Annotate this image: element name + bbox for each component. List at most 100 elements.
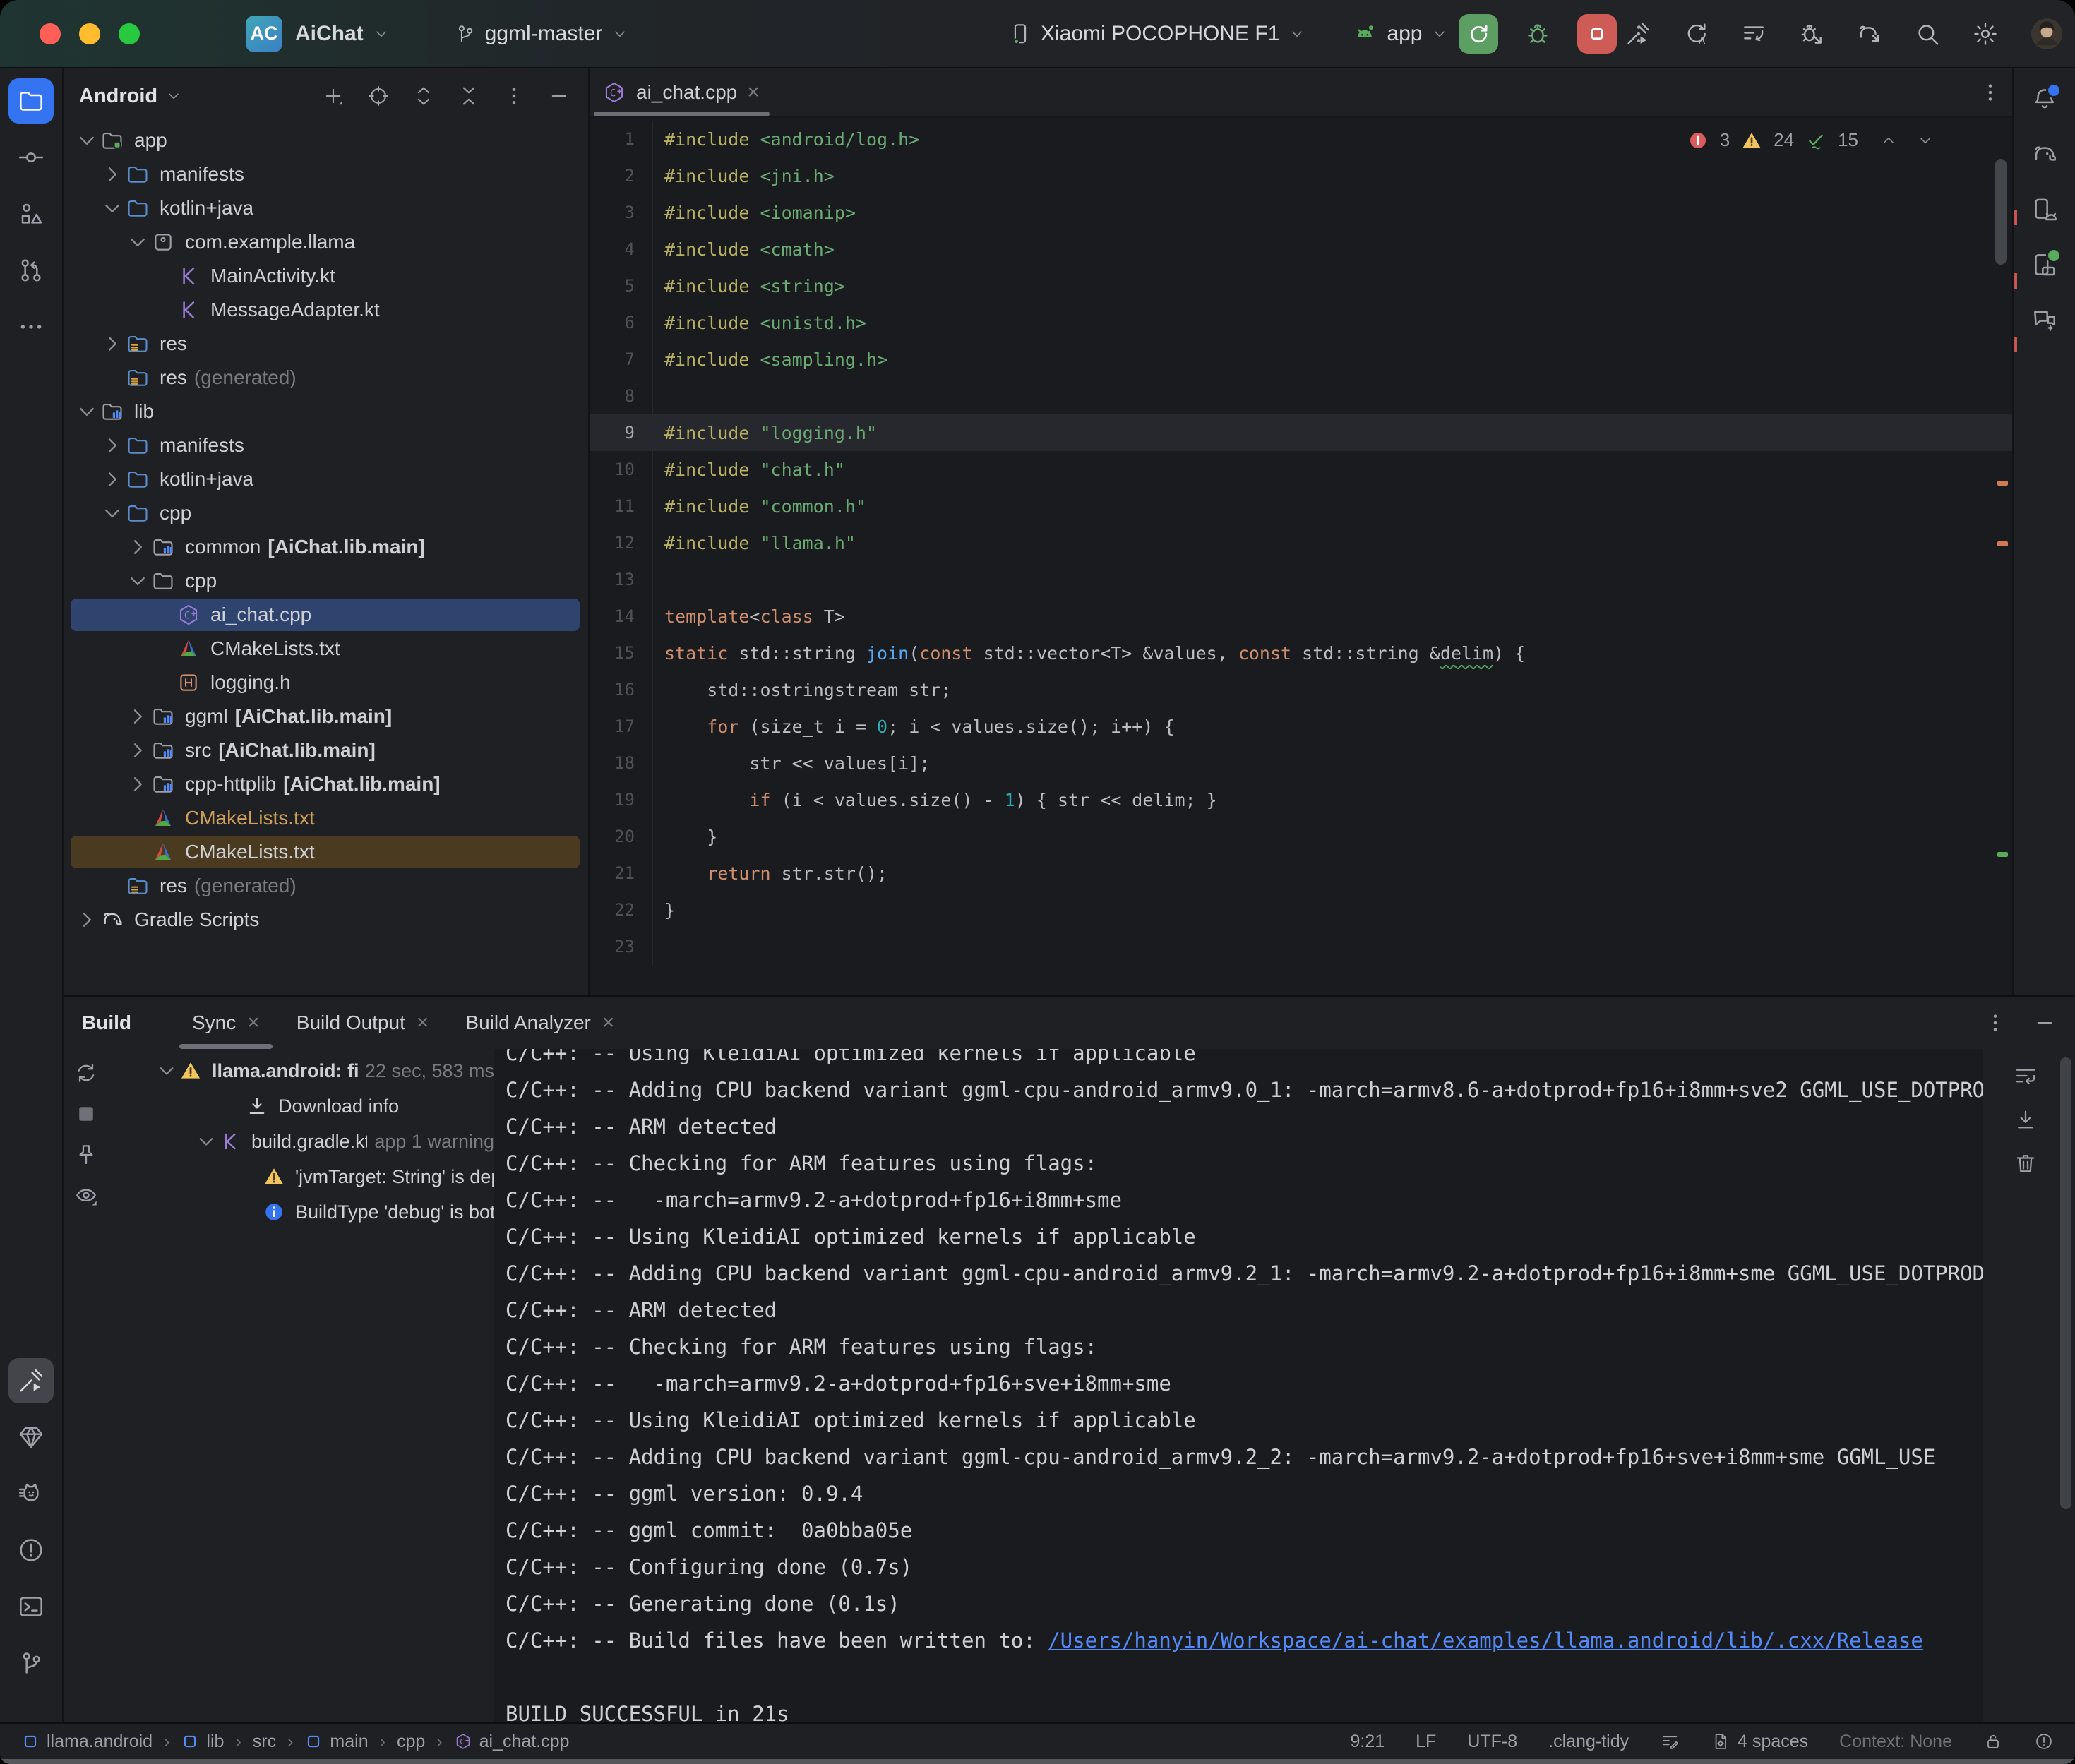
line-number[interactable]: 1 [590, 129, 652, 149]
chevron-down-icon[interactable] [124, 568, 151, 594]
tool-gradle[interactable] [2022, 132, 2067, 177]
line-number[interactable]: 15 [590, 643, 652, 663]
context[interactable]: Context: None [1839, 1732, 1952, 1752]
close-tab-icon[interactable]: × [417, 1011, 429, 1035]
tool-more[interactable] [8, 304, 54, 349]
next-issue-icon[interactable] [1916, 131, 1935, 150]
tree-item-gradle-scripts[interactable]: Gradle Scripts [64, 903, 588, 937]
tree-item-cmakelists-txt[interactable]: CMakeLists.txt [64, 835, 588, 869]
tool-build[interactable] [8, 1358, 54, 1403]
build-tree-item[interactable]: 'jvmTarget: String' is deprec [109, 1159, 494, 1194]
project-selector[interactable]: AiChat [295, 22, 390, 46]
chevron-right-icon[interactable] [124, 771, 151, 798]
line-number[interactable]: 5 [590, 276, 652, 296]
breadcrumb-llama-android[interactable]: llama.android [21, 1732, 153, 1752]
device-selector[interactable]: Xiaomi POCOPHONE F1 [1008, 22, 1306, 46]
line-number[interactable]: 8 [590, 386, 652, 406]
tool-running-devices[interactable] [2022, 242, 2067, 287]
tree-item-cmakelists-txt[interactable]: CMakeLists.txt [64, 801, 588, 835]
tree-item-src[interactable]: src[AiChat.lib.main] [64, 733, 588, 767]
line-number[interactable]: 21 [590, 863, 652, 883]
line-number[interactable]: 23 [590, 937, 652, 956]
add-icon[interactable] [321, 84, 345, 108]
chevron-down-icon[interactable] [99, 195, 126, 222]
indentation[interactable]: 4 spaces [1711, 1732, 1808, 1752]
chevron-right-icon[interactable] [99, 432, 126, 459]
build-tab-build-analyzer[interactable]: Build Analyzer× [447, 997, 633, 1049]
minimize-window-button[interactable] [79, 23, 100, 44]
line-number[interactable]: 4 [590, 239, 652, 259]
build-tab-build-output[interactable]: Build Output× [278, 997, 448, 1049]
caret-position[interactable]: 9:21 [1350, 1732, 1385, 1752]
attach-debugger-icon[interactable] [1798, 20, 1825, 47]
options-icon[interactable] [502, 84, 526, 108]
user-avatar[interactable] [2030, 17, 2064, 51]
breadcrumb-cpp[interactable]: cpp [397, 1732, 425, 1752]
inspections-widget[interactable]: 3 24 15 [1687, 129, 1935, 151]
build-tree-item[interactable]: BuildType 'debug' is both de [109, 1194, 494, 1230]
tree-item-res[interactable]: res(generated) [64, 869, 588, 903]
locate-icon[interactable] [366, 84, 390, 108]
tool-version-control[interactable] [8, 1640, 54, 1686]
chevron-right-icon[interactable] [73, 906, 100, 933]
settings-icon[interactable] [1972, 20, 1999, 47]
hide-panel-icon[interactable] [547, 84, 571, 108]
tree-item-cpp[interactable]: cpp [64, 496, 588, 530]
chevron-right-icon[interactable] [124, 534, 151, 560]
tree-item-messageadapter-kt[interactable]: MessageAdapter.kt [64, 293, 588, 327]
line-number[interactable]: 22 [590, 900, 652, 920]
tab-ai-chat-cpp[interactable]: C ai_chat.cpp × [590, 68, 777, 116]
tool-pull-requests[interactable] [8, 248, 54, 293]
tool-notifications[interactable] [2022, 77, 2067, 122]
run-button[interactable] [1459, 14, 1498, 54]
stripe-warning-mark[interactable] [1997, 481, 2008, 486]
build-options-icon[interactable] [1983, 1011, 2007, 1035]
build-icon[interactable] [1625, 20, 1651, 47]
soft-wrap-icon[interactable] [2013, 1063, 2038, 1088]
tree-item-ai-chat-cpp[interactable]: Cai_chat.cpp [64, 598, 588, 632]
clang-tidy[interactable]: .clang-tidy [1548, 1732, 1629, 1752]
build-tab-sync[interactable]: Sync× [174, 997, 278, 1049]
gradle-sync-icon[interactable] [1856, 20, 1883, 47]
search-icon[interactable] [1914, 20, 1941, 47]
run-configuration-selector[interactable]: app [1351, 20, 1449, 47]
tool-app-quality-insights[interactable] [8, 1415, 54, 1460]
apply-changes-icon[interactable]: A [1682, 20, 1709, 47]
build-tree-item[interactable]: Download info [109, 1088, 494, 1124]
line-number[interactable]: 16 [590, 680, 652, 700]
tree-item-cpp-httplib[interactable]: cpp-httplib[AiChat.lib.main] [64, 767, 588, 801]
prev-issue-icon[interactable] [1879, 131, 1898, 150]
build-panel-title[interactable]: Build [82, 1012, 131, 1034]
chevron-right-icon[interactable] [124, 737, 151, 764]
tool-gemini[interactable] [2022, 297, 2067, 342]
line-number[interactable]: 12 [590, 533, 652, 553]
tree-item-mainactivity-kt[interactable]: MainActivity.kt [64, 259, 588, 293]
tree-item-manifests[interactable]: manifests [64, 428, 588, 462]
zoom-window-button[interactable] [119, 23, 140, 44]
tree-item-ggml[interactable]: ggml[AiChat.lib.main] [64, 700, 588, 733]
tool-logcat[interactable] [8, 1471, 54, 1516]
console-scrollbar[interactable] [2060, 1057, 2071, 1509]
breadcrumb-lib[interactable]: lib [181, 1732, 224, 1752]
tree-item-logging-h[interactable]: logging.h [64, 666, 588, 700]
tool-terminal[interactable] [8, 1584, 54, 1629]
chevron-down-icon[interactable] [73, 127, 100, 154]
line-number[interactable]: 10 [590, 460, 652, 479]
line-number[interactable]: 17 [590, 716, 652, 736]
editor-options-icon[interactable] [1978, 80, 2002, 104]
file-encoding[interactable]: UTF-8 [1467, 1732, 1517, 1752]
build-tree-item[interactable]: llama.android: fin22 sec, 583 ms [109, 1053, 494, 1088]
stripe-ok-mark[interactable] [1997, 852, 2008, 857]
tree-item-kotlin-java[interactable]: kotlin+java [64, 462, 588, 496]
stripe-warning-mark[interactable] [1997, 541, 2008, 546]
build-output-path-link[interactable]: /Users/hanyin/Workspace/ai-chat/examples… [1048, 1628, 1923, 1652]
close-tab-icon[interactable]: × [747, 80, 760, 104]
chevron-down-icon[interactable] [154, 1058, 179, 1084]
tool-commit[interactable] [8, 135, 54, 180]
chevron-down-icon[interactable] [193, 1129, 219, 1154]
formatter-icon[interactable] [1660, 1732, 1680, 1751]
build-tree-item[interactable]: build.gradle.ktsapp 1 warning [109, 1124, 494, 1159]
tree-item-cpp[interactable]: cpp [64, 564, 588, 598]
line-number[interactable]: 13 [590, 570, 652, 589]
tree-item-lib[interactable]: lib [64, 395, 588, 428]
